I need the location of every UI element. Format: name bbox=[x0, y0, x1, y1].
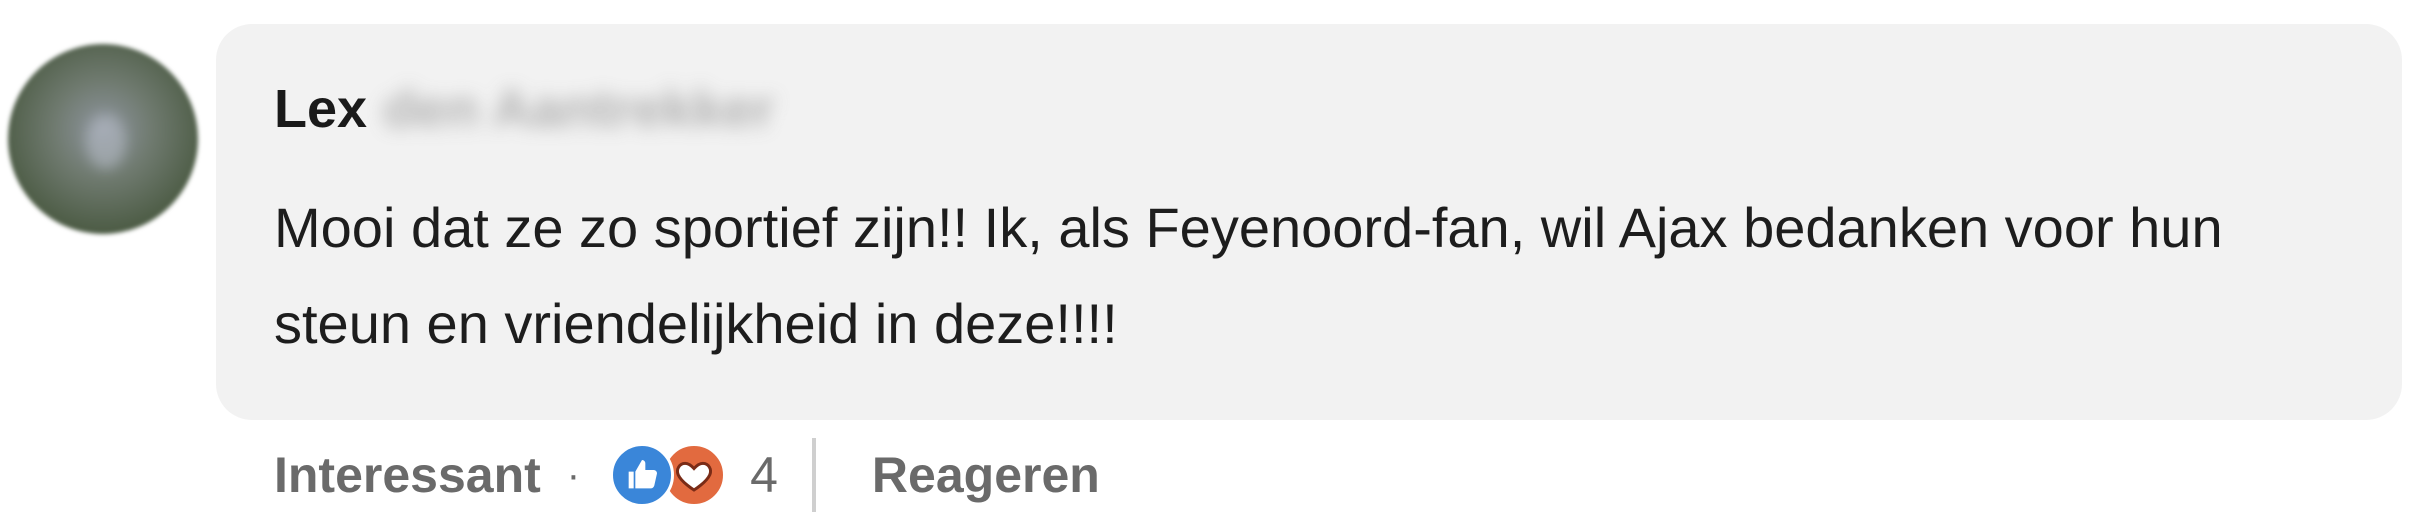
comment-author[interactable]: Lex den Aantrekker bbox=[274, 74, 774, 144]
reply-button[interactable]: Reageren bbox=[872, 446, 1100, 504]
like-icon bbox=[610, 443, 675, 507]
action-divider bbox=[811, 438, 816, 512]
comment: Lex den Aantrekker Mooi dat ze zo sporti… bbox=[0, 0, 2426, 522]
author-first-name[interactable]: Lex bbox=[274, 78, 367, 140]
comment-text: Mooi dat ze zo sportief zijn!! Ik, als F… bbox=[274, 196, 2223, 355]
thumbs-up-glyph bbox=[628, 460, 658, 489]
action-separator: · bbox=[566, 452, 581, 497]
heart-glyph bbox=[676, 461, 713, 492]
interesting-button[interactable]: Interessant bbox=[274, 446, 541, 504]
reactions-summary[interactable]: 4 bbox=[610, 443, 778, 507]
comment-bubble: Lex den Aantrekker Mooi dat ze zo sporti… bbox=[216, 24, 2402, 420]
comment-actions: Interessant · 4 Reageren bbox=[274, 430, 1100, 520]
avatar[interactable] bbox=[8, 44, 198, 234]
author-last-name[interactable]: den Aantrekker bbox=[383, 78, 774, 140]
avatar-image bbox=[86, 114, 126, 169]
reaction-count: 4 bbox=[750, 447, 778, 503]
